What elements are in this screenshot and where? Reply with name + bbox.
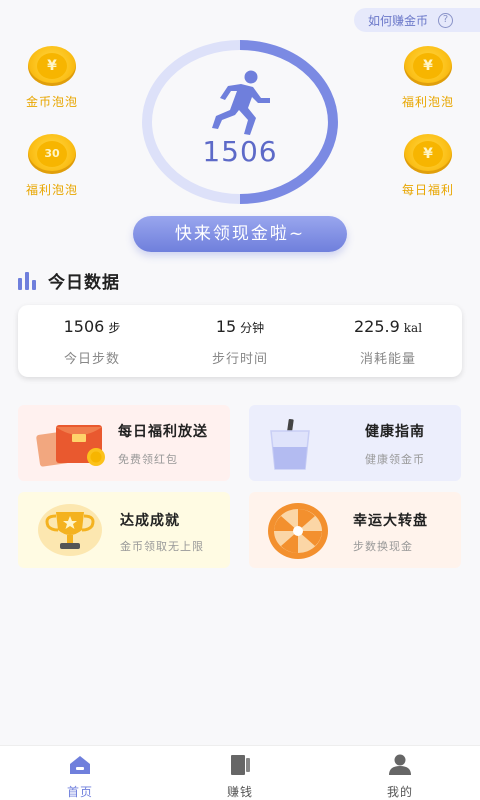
today-data-header: 今日数据 xyxy=(18,268,120,293)
tab-home[interactable]: 首页 xyxy=(0,746,160,800)
running-person-icon xyxy=(212,70,270,135)
card-health-guide[interactable]: 健康指南 健康领金币 xyxy=(249,405,461,481)
stat-unit: 步 xyxy=(108,321,121,335)
card-lucky-wheel[interactable]: 幸运大转盘 步数换现金 xyxy=(249,492,461,568)
card-subtitle: 免费领红包 xyxy=(118,453,178,466)
tab-label: 我的 xyxy=(386,785,413,799)
coin-bubble-gold[interactable]: ¥ 金币泡泡 xyxy=(12,46,92,110)
coin-icon: ¥ xyxy=(404,134,452,174)
coin-bubble-daily[interactable]: ¥ 每日福利 xyxy=(388,134,468,198)
bubble-label: 每日福利 xyxy=(401,183,454,197)
stat-walk-time: 15 分钟 步行时间 xyxy=(166,305,314,377)
spin-wheel-icon xyxy=(268,503,328,559)
user-icon xyxy=(389,754,411,775)
water-glass-icon xyxy=(270,418,310,470)
card-achievements[interactable]: 达成成就 金币领取无上限 xyxy=(18,492,230,568)
bubble-label: 福利泡泡 xyxy=(25,183,78,197)
tab-mine[interactable]: 我的 xyxy=(320,746,480,800)
tab-label: 首页 xyxy=(66,785,93,799)
card-title: 健康指南 xyxy=(365,424,425,440)
tab-label: 赚钱 xyxy=(226,785,253,799)
stat-energy: 225.9 kal 消耗能量 xyxy=(314,305,462,377)
stat-steps: 1506 步 今日步数 xyxy=(18,305,166,377)
bottom-tab-bar: 首页 赚钱 我的 xyxy=(0,745,480,800)
card-title: 每日福利放送 xyxy=(118,424,208,440)
bar-chart-icon xyxy=(18,271,36,290)
card-daily-welfare[interactable]: 每日福利放送 免费领红包 xyxy=(18,405,230,481)
card-title: 幸运大转盘 xyxy=(353,513,428,529)
stat-value: 225.9 xyxy=(353,317,400,336)
coin-icon: ¥ xyxy=(404,46,452,86)
how-to-earn-label: 如何赚金币 xyxy=(368,13,429,28)
bubble-label: 福利泡泡 xyxy=(401,95,454,109)
how-to-earn-button[interactable]: 如何赚金币 ? xyxy=(354,8,480,32)
stat-value: 15 xyxy=(215,317,237,336)
card-subtitle: 步数换现金 xyxy=(353,540,413,553)
stat-value: 1506 xyxy=(63,317,105,336)
red-envelope-icon xyxy=(36,425,105,467)
stat-caption: 步行时间 xyxy=(211,352,268,367)
bubble-label: 金币泡泡 xyxy=(25,95,78,109)
coin-icon: ¥ xyxy=(28,46,76,86)
coin-bubble-welfare[interactable]: ¥ 福利泡泡 xyxy=(388,46,468,110)
stat-unit: kal xyxy=(403,321,423,335)
help-icon: ? xyxy=(438,12,454,28)
tab-earn[interactable]: 赚钱 xyxy=(160,746,320,800)
card-subtitle: 健康领金币 xyxy=(365,453,425,466)
stat-caption: 今日步数 xyxy=(63,352,120,367)
section-title: 今日数据 xyxy=(48,273,120,293)
card-title: 达成成就 xyxy=(120,513,180,529)
stat-caption: 消耗能量 xyxy=(359,352,416,367)
stat-unit: 分钟 xyxy=(240,321,265,335)
wallet-icon xyxy=(231,755,250,775)
home-icon xyxy=(70,756,90,774)
step-count: 1506 xyxy=(202,135,278,168)
trophy-icon xyxy=(38,504,102,556)
coin-bubble-welfare-30[interactable]: 30 福利泡泡 xyxy=(12,134,92,198)
coin-icon: 30 xyxy=(28,134,76,174)
step-progress-ring xyxy=(142,40,338,204)
today-stats-card: 1506 步 今日步数 15 分钟 步行时间 225.9 kal 消耗能量 xyxy=(18,305,462,377)
claim-cash-button[interactable]: 快来领现金啦~ xyxy=(133,216,347,252)
card-subtitle: 金币领取无上限 xyxy=(120,540,204,553)
